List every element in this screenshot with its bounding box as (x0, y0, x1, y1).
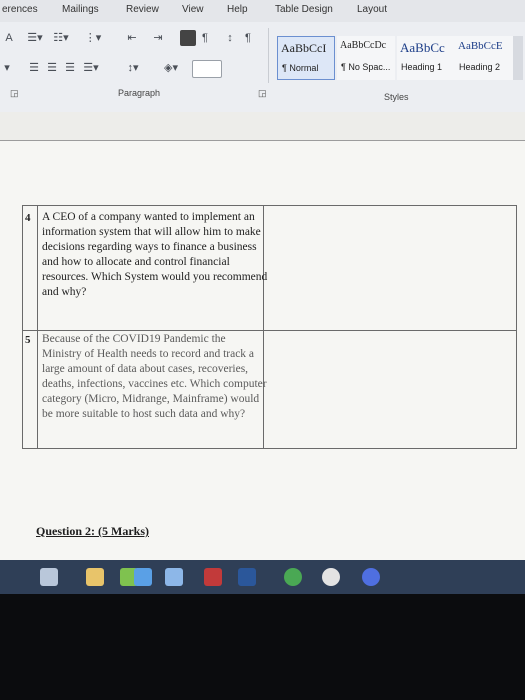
ribbon-tab-bar: erences Mailings Review View Help Table … (0, 0, 525, 22)
mail-icon[interactable] (165, 568, 183, 586)
align-left-icon[interactable]: ☰ (26, 60, 42, 76)
style-name: Heading 2 (459, 62, 501, 72)
word-ribbon: erences Mailings Review View Help Table … (0, 0, 525, 112)
style-sample: AaBbCcI (281, 41, 327, 55)
decrease-indent-icon[interactable]: ⇤ (120, 30, 144, 46)
tab-table-design[interactable]: Table Design (275, 4, 333, 15)
chrome-icon[interactable] (284, 568, 302, 586)
direction-button[interactable] (180, 30, 196, 46)
table-border (22, 205, 23, 449)
chevron-down-icon[interactable]: ▾ (2, 60, 12, 76)
page-top-rule (0, 140, 525, 141)
text-effects-icon[interactable]: A (2, 30, 16, 46)
styles-group-label: Styles (384, 92, 409, 102)
tab-view[interactable]: View (182, 4, 204, 15)
borders-button[interactable] (192, 60, 222, 78)
numbering-icon[interactable]: ☷▾ (50, 30, 72, 46)
tab-mailings[interactable]: Mailings (62, 4, 99, 15)
shading-icon[interactable]: ◈▾ (158, 60, 184, 76)
store-icon[interactable] (134, 568, 152, 586)
windows-taskbar (0, 560, 525, 594)
increase-indent-icon[interactable]: ⇥ (148, 30, 168, 46)
style-heading-1[interactable]: AaBbCc Heading 1 (397, 36, 455, 80)
paragraph-row-2: ▾ ☰ ☰ ☰ ☰▾ ↕▾ ◈▾ (0, 58, 265, 80)
word-icon[interactable] (238, 568, 256, 586)
multilevel-list-icon[interactable]: ⋮▾ (76, 30, 110, 46)
tab-layout[interactable]: Layout (357, 4, 387, 15)
answer-cell[interactable] (265, 206, 515, 329)
row-number: 4 (25, 212, 31, 224)
group-separator (268, 28, 269, 83)
tab-help[interactable]: Help (227, 4, 248, 15)
style-heading-2[interactable]: AaBbCcE Heading 2 (455, 36, 513, 80)
page-top-band (0, 112, 525, 140)
styles-gallery: AaBbCcI ¶ Normal AaBbCcDc ¶ No Spac... A… (277, 36, 513, 80)
bullets-icon[interactable]: ☰▾ (24, 30, 46, 46)
monitor-bezel (0, 594, 525, 700)
style-sample: AaBbCc (400, 40, 445, 55)
rtl-icon[interactable]: ¶ (198, 30, 212, 46)
align-right-icon[interactable]: ☰ (62, 60, 78, 76)
paragraph-dialog-launcher-icon[interactable]: ◲ (258, 88, 267, 99)
question-text[interactable]: Because of the COVID19 Pandemic the Mini… (42, 332, 268, 422)
style-name: ¶ Normal (282, 63, 319, 73)
edge-icon[interactable] (322, 568, 340, 586)
row-number: 5 (25, 334, 31, 346)
style-no-spacing[interactable]: AaBbCcDc ¶ No Spac... (337, 36, 395, 80)
style-name: Heading 1 (401, 62, 443, 72)
style-normal[interactable]: AaBbCcI ¶ Normal (277, 36, 335, 80)
table-border (516, 205, 517, 449)
justify-icon[interactable]: ☰▾ (80, 60, 102, 76)
tab-review[interactable]: Review (126, 4, 159, 15)
question-text[interactable]: A CEO of a company wanted to implement a… (42, 210, 268, 300)
line-spacing-icon[interactable]: ↕▾ (118, 60, 148, 76)
question-2-heading: Question 2: (5 Marks) (36, 524, 149, 538)
sort-icon[interactable]: ↕ (222, 30, 238, 46)
style-sample: AaBbCcE (458, 40, 503, 52)
onenote-icon[interactable] (204, 568, 222, 586)
table-border (37, 205, 38, 449)
tab-references[interactable]: erences (2, 4, 38, 15)
paragraph-row-1: A ☰▾ ☷▾ ⋮▾ ⇤ ⇥ ¶ ↕ ¶ (0, 28, 265, 50)
answer-cell[interactable] (265, 331, 515, 447)
align-center-icon[interactable]: ☰ (44, 60, 60, 76)
paragraph-group-label: Paragraph (118, 88, 161, 98)
font-dialog-launcher-icon[interactable]: ◲ (10, 88, 19, 99)
file-explorer-icon[interactable] (86, 568, 104, 586)
styles-gallery-scroll[interactable] (513, 36, 523, 80)
task-view-icon[interactable] (40, 568, 58, 586)
table-border (22, 448, 517, 449)
style-name: ¶ No Spac... (341, 62, 391, 72)
style-sample: AaBbCcDc (340, 40, 387, 51)
cortana-icon[interactable] (362, 568, 380, 586)
show-marks-icon[interactable]: ¶ (240, 30, 256, 46)
